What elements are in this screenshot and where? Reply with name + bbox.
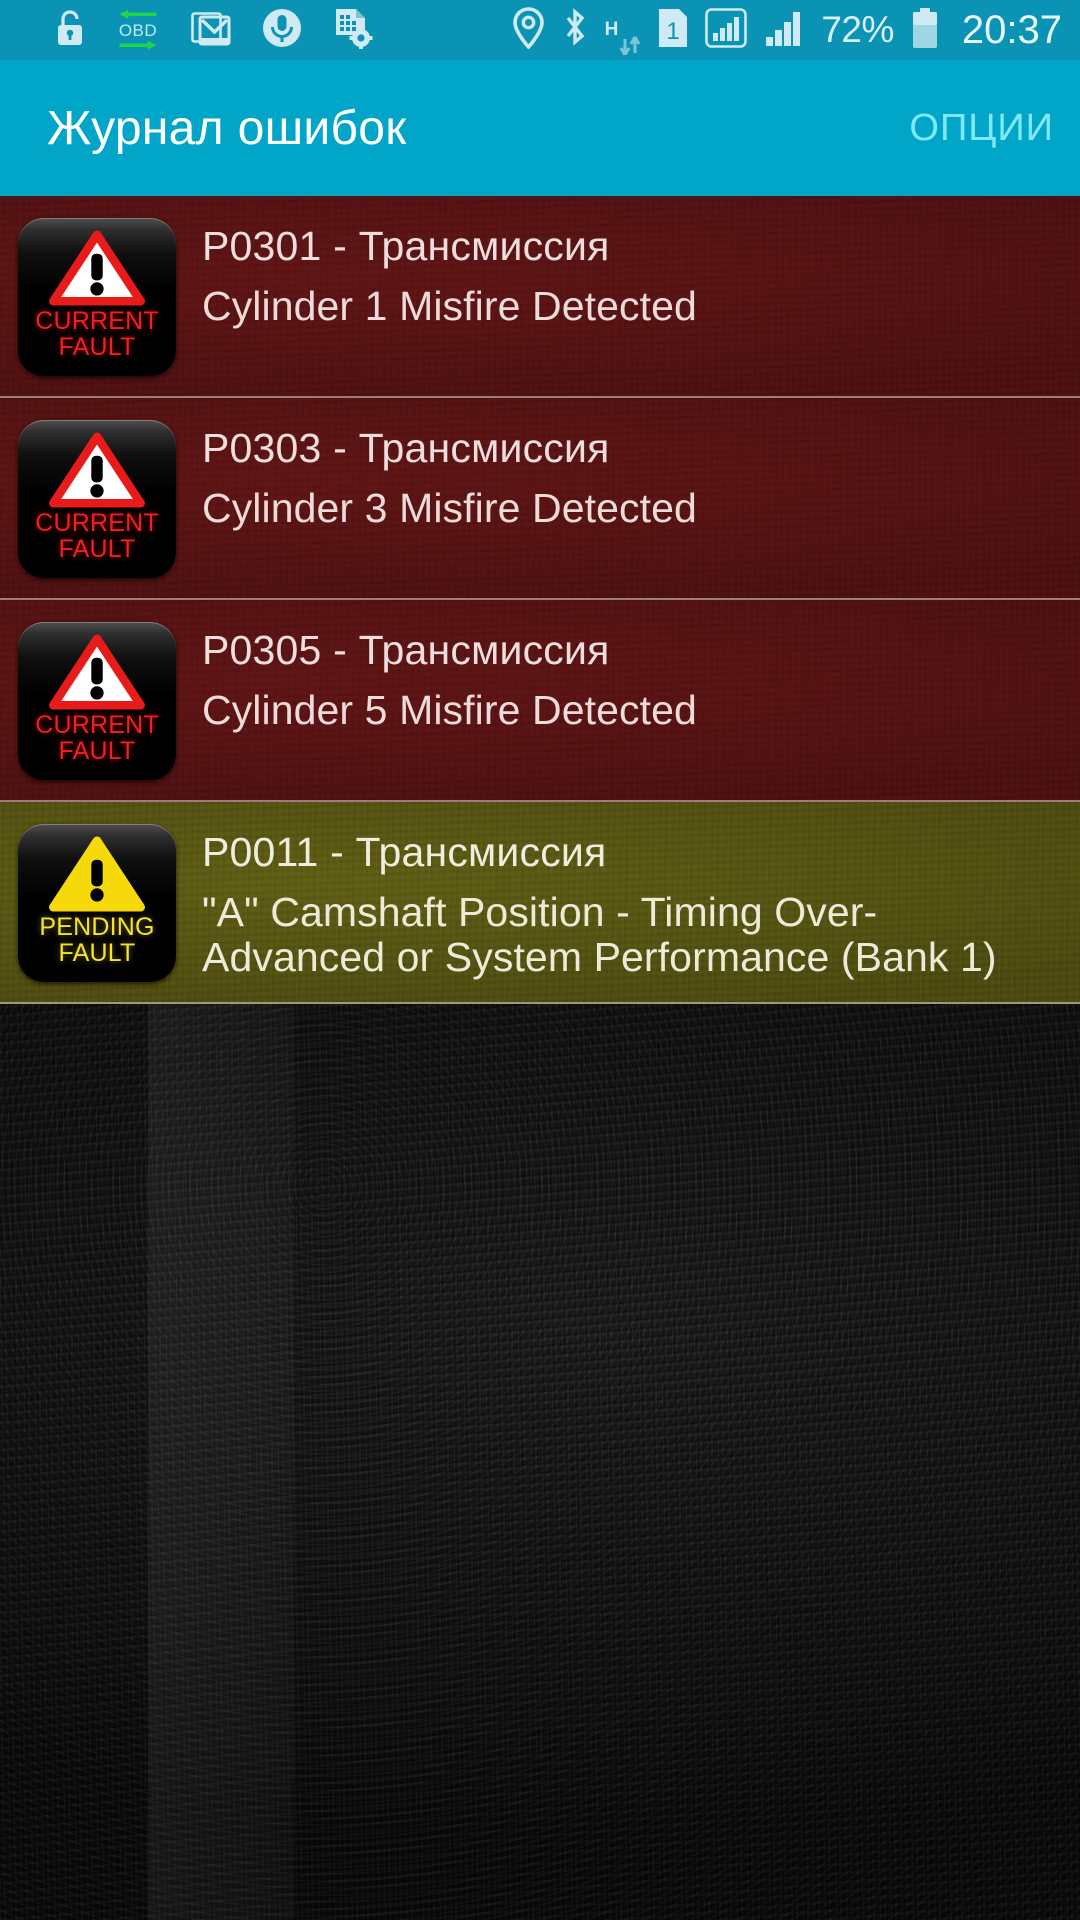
fault-row[interactable]: CURRENT FAULT P0301 - Трансмиссия Cylinder …	[0, 196, 1080, 398]
fault-badge-line1: CURRENT	[35, 711, 159, 739]
fault-badge: CURRENT FAULT	[18, 622, 176, 780]
fault-row[interactable]: PENDING FAULT P0011 - Трансмиссия "A" Camsh…	[0, 802, 1080, 1004]
fault-text-block: P0011 - Трансмиссия "A" Camshaft Position…	[202, 824, 1032, 980]
status-bar-right-icons: H 1 72% 20:37	[512, 6, 1062, 55]
fault-code: P0301 - Трансмиссия	[202, 223, 610, 269]
fault-badge-line1: PENDING	[39, 913, 155, 941]
clock: 20:37	[961, 7, 1062, 52]
location-icon	[512, 6, 545, 54]
fault-badge: PENDING FAULT	[18, 824, 176, 982]
fault-badge-line1: CURRENT	[35, 307, 159, 335]
options-button[interactable]: ОПЦИИ	[909, 107, 1054, 150]
fault-text-block: P0301 - Трансмиссия Cylinder 1 Misfire De…	[202, 218, 697, 329]
fault-description: Cylinder 5 Misfire Detected	[202, 687, 697, 733]
signal-sim1-icon	[705, 7, 748, 54]
empty-background-area	[0, 1004, 1080, 1920]
background-light-band	[148, 1004, 294, 1920]
fault-list: CURRENT FAULT P0301 - Трансмиссия Cylinder …	[0, 196, 1080, 1004]
fault-code: P0305 - Трансмиссия	[202, 627, 610, 673]
battery-icon	[910, 6, 940, 55]
battery-percent: 72%	[821, 9, 894, 50]
status-bar: OBD H 1 72% 20:37	[0, 0, 1080, 60]
page-title: Журнал ошибок	[47, 101, 407, 155]
obd-sync-icon: OBD	[115, 9, 161, 51]
microphone-icon	[261, 7, 303, 54]
fault-badge-line2: FAULT	[58, 534, 136, 563]
fault-row[interactable]: CURRENT FAULT P0303 - Трансмиссия Cylinder …	[0, 398, 1080, 600]
sim-slot-icon: 1	[657, 7, 689, 54]
warning-triangle-icon	[48, 836, 146, 912]
warning-triangle-icon	[48, 432, 146, 508]
fault-code: P0303 - Трансмиссия	[202, 425, 610, 471]
bluetooth-icon	[561, 7, 589, 54]
fault-description: "A" Camshaft Position - Timing Over-Adva…	[202, 889, 997, 981]
fault-text-block: P0305 - Трансмиссия Cylinder 5 Misfire De…	[202, 622, 697, 733]
fault-badge: CURRENT FAULT	[18, 420, 176, 578]
fault-badge-line1: CURRENT	[35, 509, 159, 537]
status-bar-left-icons: OBD	[55, 7, 373, 54]
fault-description: Cylinder 3 Misfire Detected	[202, 485, 697, 531]
fault-badge-line2: FAULT	[58, 736, 136, 765]
warning-triangle-icon	[48, 634, 146, 710]
document-settings-icon	[333, 7, 373, 54]
fault-row[interactable]: CURRENT FAULT P0305 - Трансмиссия Cylinder …	[0, 600, 1080, 802]
fault-badge: CURRENT FAULT	[18, 218, 176, 376]
gmail-icon	[191, 8, 231, 53]
fault-badge-line2: FAULT	[58, 332, 136, 361]
svg-text:1: 1	[667, 18, 680, 45]
hspa-data-icon: H	[605, 6, 642, 55]
lock-icon	[55, 8, 85, 53]
fault-text-block: P0303 - Трансмиссия Cylinder 3 Misfire De…	[202, 420, 697, 531]
fault-code: P0011 - Трансмиссия	[202, 829, 607, 875]
app-bar: Журнал ошибок ОПЦИИ	[0, 60, 1080, 196]
hspa-letter: H	[604, 18, 619, 40]
fault-description: Cylinder 1 Misfire Detected	[202, 283, 697, 329]
warning-triangle-icon	[48, 230, 146, 306]
fault-badge-line2: FAULT	[58, 938, 136, 967]
obd-label: OBD	[118, 20, 158, 40]
signal-sim2-icon	[763, 7, 805, 54]
